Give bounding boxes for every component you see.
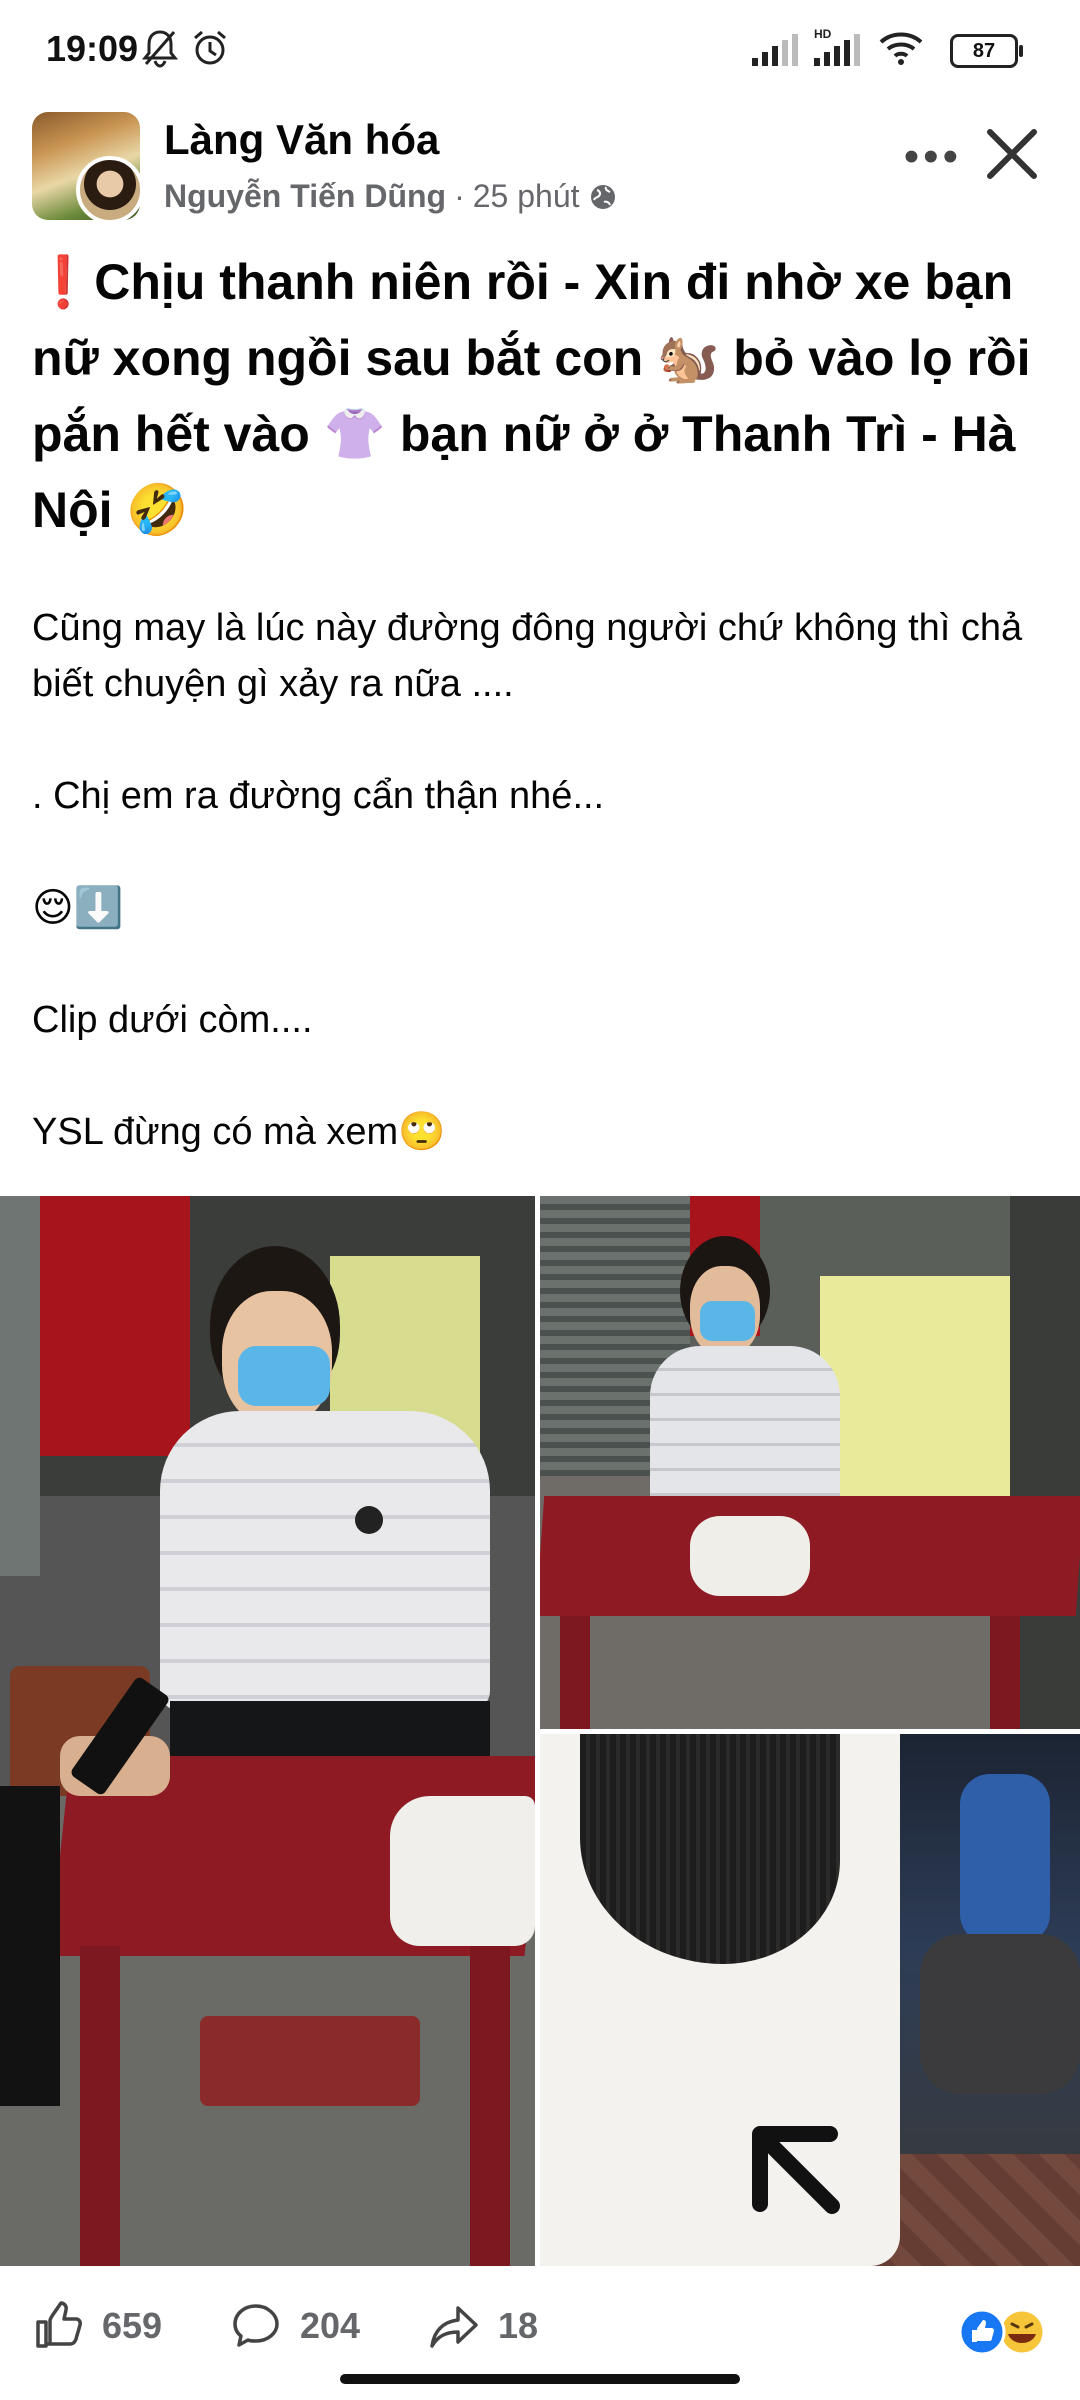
status-bar: 19:09 HD 87	[0, 0, 1080, 100]
haha-reaction-icon	[998, 2308, 1046, 2356]
status-time: 19:09	[46, 28, 139, 69]
globe-icon	[590, 184, 615, 209]
action-bar: 659 204 18	[0, 2286, 1080, 2376]
author-name[interactable]: Nguyễn Tiến Dũng	[164, 178, 446, 215]
photo-shirt-back[interactable]	[540, 1734, 1080, 2266]
comment-button[interactable]: 204	[230, 2300, 360, 2352]
alarm-icon	[194, 30, 226, 65]
meta-separator: ·	[454, 178, 465, 214]
comment-icon	[233, 2304, 279, 2347]
body-line: YSL đừng có mà xem🙄	[32, 1111, 446, 1153]
post-time[interactable]: 25 phút	[473, 178, 580, 215]
page-avatar[interactable]	[32, 112, 144, 224]
post-meta: Nguyễn Tiến Dũng · 25 phút	[164, 178, 618, 215]
post-body: Cũng may là lúc này đường đông người chứ…	[32, 600, 1052, 1160]
comment-count: 204	[300, 2305, 361, 2346]
wifi-icon	[879, 32, 923, 65]
battery-indicator: 87	[950, 34, 1023, 68]
close-icon[interactable]	[972, 114, 1052, 194]
reaction-summary-icons[interactable]	[956, 2306, 1056, 2358]
arrow-mark	[752, 2126, 840, 2214]
like-count: 659	[102, 2305, 163, 2346]
photo-grid	[0, 1196, 1080, 2266]
photo-man-seated[interactable]	[540, 1196, 1080, 1729]
signal-hd-icon: HD	[814, 27, 860, 66]
body-line: . Chị em ra đường cẩn thận nhé...	[32, 775, 605, 817]
more-options-icon[interactable]: •••	[904, 132, 962, 182]
body-line: Cũng may là lúc này đường đông người chứ…	[32, 607, 1023, 705]
body-line: Clip dưới còm....	[32, 999, 313, 1041]
post-header: Làng Văn hóa Nguyễn Tiến Dũng · 25 phút …	[0, 112, 1080, 232]
page-name[interactable]: Làng Văn hóa	[164, 116, 439, 164]
body-emoji-line: 😌⬇️	[32, 886, 124, 930]
signal-icon	[752, 34, 798, 66]
author-avatar[interactable]	[76, 156, 144, 224]
share-icon	[430, 2306, 478, 2348]
post-title: ❗Chịu thanh niên rồi - Xin đi nhờ xe bạn…	[32, 254, 1031, 538]
home-indicator[interactable]	[340, 2374, 740, 2384]
share-count: 18	[498, 2305, 539, 2346]
like-button[interactable]: 659	[32, 2300, 162, 2352]
mute-bell-icon	[142, 30, 178, 68]
share-button[interactable]: 18	[428, 2300, 538, 2352]
photo-man-at-table[interactable]	[0, 1196, 535, 2266]
svg-text:HD: HD	[814, 27, 832, 41]
like-icon	[36, 2301, 82, 2348]
